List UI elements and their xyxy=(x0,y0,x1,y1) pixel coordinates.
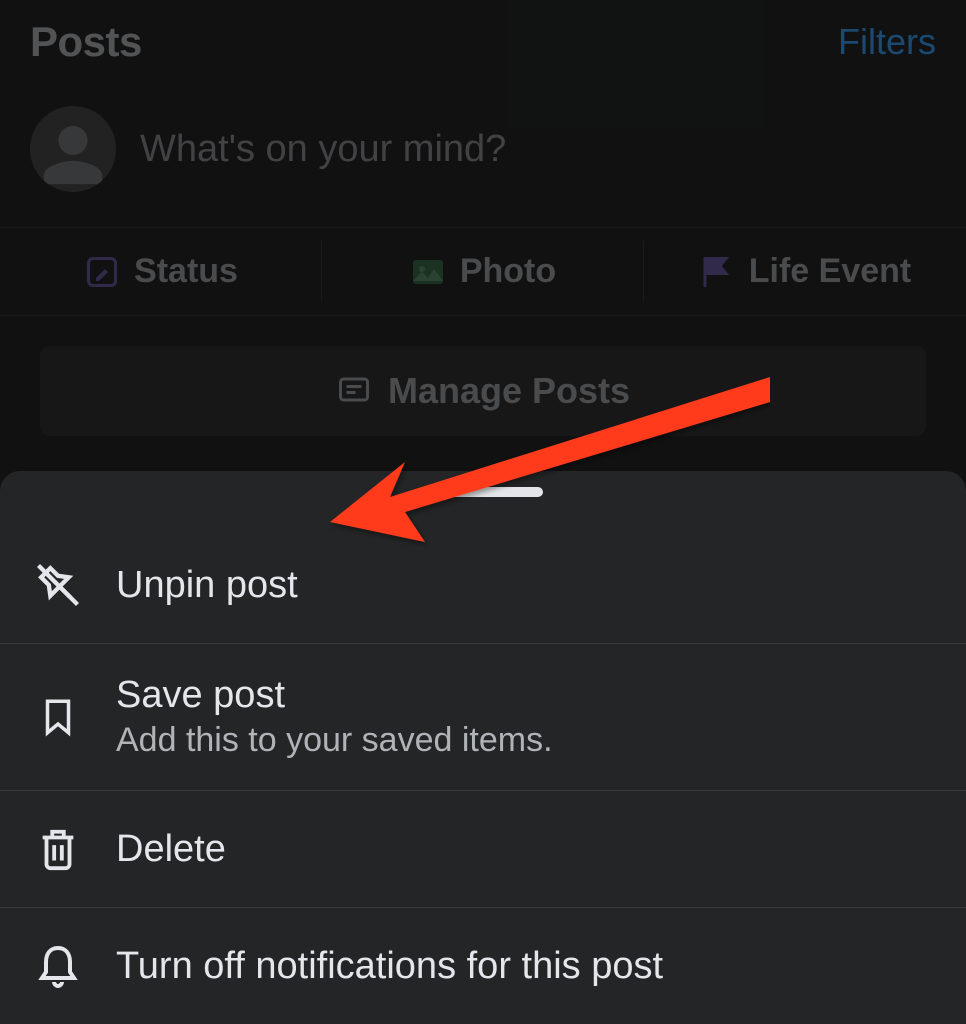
life-event-label: Life Event xyxy=(749,252,911,291)
composer[interactable]: What's on your mind? xyxy=(0,76,966,227)
photo-action[interactable]: Photo xyxy=(322,228,644,315)
menu-sublabel: Add this to your saved items. xyxy=(116,721,553,760)
bottom-sheet: Unpin post Save post Add this to your sa… xyxy=(0,471,966,1024)
menu-text: Unpin post xyxy=(116,564,298,607)
menu-item-unpin[interactable]: Unpin post xyxy=(0,527,966,644)
sheet-handle[interactable] xyxy=(423,487,543,497)
manage-posts-label: Manage Posts xyxy=(388,370,630,412)
manage-posts-section: Manage Posts xyxy=(0,316,966,436)
menu-label: Delete xyxy=(116,828,226,871)
menu-item-save[interactable]: Save post Add this to your saved items. xyxy=(0,644,966,791)
action-bar: Status Photo Life Event xyxy=(0,227,966,316)
edit-icon xyxy=(84,254,120,290)
bell-icon xyxy=(30,938,86,994)
filters-link[interactable]: Filters xyxy=(838,21,936,63)
menu-label: Unpin post xyxy=(116,564,298,607)
menu-item-notifications[interactable]: Turn off notifications for this post xyxy=(0,908,966,1024)
status-label: Status xyxy=(134,252,238,291)
profile-silhouette-icon xyxy=(38,120,108,190)
header: Posts Filters xyxy=(0,0,966,76)
photo-icon xyxy=(410,254,446,290)
manage-posts-button[interactable]: Manage Posts xyxy=(40,346,926,436)
photo-label: Photo xyxy=(460,252,556,291)
flag-icon xyxy=(699,254,735,290)
menu-text: Save post Add this to your saved items. xyxy=(116,674,553,760)
menu-label: Save post xyxy=(116,674,553,717)
menu-text: Turn off notifications for this post xyxy=(116,945,663,988)
life-event-action[interactable]: Life Event xyxy=(644,228,966,315)
manage-icon xyxy=(336,373,372,409)
composer-placeholder: What's on your mind? xyxy=(140,128,506,171)
bookmark-icon xyxy=(30,689,86,745)
page-title: Posts xyxy=(30,18,142,66)
trash-icon xyxy=(30,821,86,877)
menu-text: Delete xyxy=(116,828,226,871)
status-action[interactable]: Status xyxy=(0,228,322,315)
unpin-icon xyxy=(30,557,86,613)
menu-label: Turn off notifications for this post xyxy=(116,945,663,988)
menu-item-delete[interactable]: Delete xyxy=(0,791,966,908)
avatar xyxy=(30,106,116,192)
